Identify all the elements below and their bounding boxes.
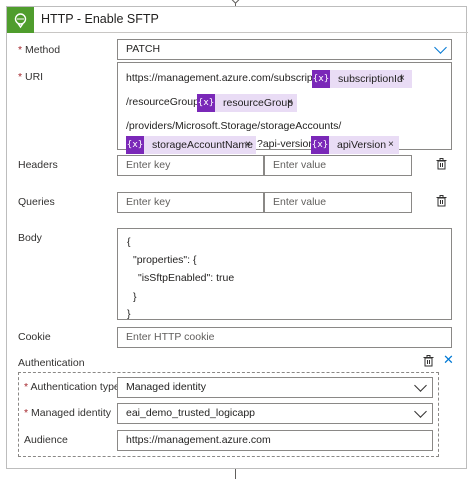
http-action-card: HTTP - Enable SFTP * Method PATCH * URI …	[6, 6, 468, 469]
required-marker: *	[18, 71, 23, 83]
auth-type-value: Managed identity	[126, 381, 206, 393]
globe-icon	[14, 13, 27, 29]
method-label-text: Method	[25, 44, 61, 56]
body-line: "properties": {	[133, 254, 197, 266]
required-marker: *	[18, 44, 23, 56]
uri-input[interactable]: https://management.azure.com/subscriptio…	[117, 62, 452, 154]
auth-type-label-text: Authentication type	[30, 381, 120, 393]
query-value-input[interactable]: Enter value	[264, 192, 412, 213]
header-value-placeholder: Enter value	[273, 159, 327, 171]
token-resource-group[interactable]: resourceGroup	[215, 94, 297, 112]
chevron-down-icon	[414, 379, 427, 392]
close-icon[interactable]: ✕	[443, 352, 454, 368]
delete-authentication-icon[interactable]	[423, 355, 434, 367]
header-value-input[interactable]: Enter value	[264, 155, 412, 176]
required-marker: *	[24, 407, 29, 419]
managed-identity-select[interactable]: eai_demo_trusted_logicapp	[117, 403, 433, 424]
cookie-placeholder: Enter HTTP cookie	[126, 331, 215, 343]
header-icon-container	[7, 7, 34, 33]
query-value-placeholder: Enter value	[273, 196, 327, 208]
expression-token-icon: {x}	[312, 70, 330, 88]
queries-label: Queries	[18, 196, 55, 208]
body-line: }	[127, 308, 131, 320]
expression-token-icon: {x}	[197, 94, 215, 112]
audience-label: Audience	[24, 434, 68, 446]
body-line: "isSftpEnabled": true	[138, 272, 235, 284]
delete-query-icon[interactable]	[436, 195, 447, 207]
method-value: PATCH	[126, 43, 161, 55]
remove-token-icon[interactable]: ×	[388, 136, 394, 154]
uri-text-line2: /resourceGroups/	[126, 96, 208, 108]
uri-label: * URI	[18, 71, 43, 83]
remove-token-icon[interactable]: ×	[287, 94, 293, 112]
chevron-down-icon	[414, 405, 427, 418]
token-storage-account-name[interactable]: storageAccountName	[144, 136, 256, 154]
header-key-input[interactable]: Enter key	[117, 155, 264, 176]
connector-bottom	[235, 469, 236, 479]
remove-token-icon[interactable]: ×	[245, 136, 251, 154]
audience-value: https://management.azure.com	[126, 434, 271, 446]
auth-type-select[interactable]: Managed identity	[117, 377, 433, 398]
query-key-input[interactable]: Enter key	[117, 192, 264, 213]
auth-type-label: * Authentication type	[24, 381, 120, 393]
delete-header-icon[interactable]	[436, 158, 447, 170]
uri-label-text: URI	[25, 71, 44, 83]
headers-label: Headers	[18, 159, 58, 171]
body-line: {	[127, 236, 131, 248]
query-key-placeholder: Enter key	[126, 196, 171, 208]
header-key-placeholder: Enter key	[126, 159, 171, 171]
expression-token-icon: {x}	[311, 136, 329, 154]
uri-text-line1: https://management.azure.com/subscriptio…	[126, 72, 338, 84]
managed-identity-label-text: Managed identity	[31, 407, 111, 419]
arrow-down-icon	[229, 0, 242, 4]
expression-token-icon: {x}	[126, 136, 144, 154]
cookie-input[interactable]: Enter HTTP cookie	[117, 327, 452, 348]
card-title: HTTP - Enable SFTP	[41, 12, 159, 26]
chevron-down-icon	[434, 41, 447, 54]
card-header[interactable]: HTTP - Enable SFTP	[7, 7, 468, 33]
method-select[interactable]: PATCH	[117, 39, 452, 60]
method-label: * Method	[18, 44, 60, 56]
body-label: Body	[18, 232, 42, 244]
managed-identity-label: * Managed identity	[24, 407, 111, 419]
audience-input[interactable]: https://management.azure.com	[117, 430, 433, 451]
body-editor[interactable]: { "properties": { "isSftpEnabled": true …	[117, 228, 452, 320]
cookie-label: Cookie	[18, 331, 51, 343]
authentication-label: Authentication	[18, 357, 85, 369]
authentication-section: * Authentication type Managed identity *…	[18, 372, 439, 457]
body-line: }	[133, 291, 137, 303]
managed-identity-value: eai_demo_trusted_logicapp	[126, 407, 256, 419]
uri-text-line3: /providers/Microsoft.Storage/storageAcco…	[126, 120, 342, 132]
remove-token-icon[interactable]: ×	[399, 70, 405, 88]
required-marker: *	[24, 381, 29, 393]
